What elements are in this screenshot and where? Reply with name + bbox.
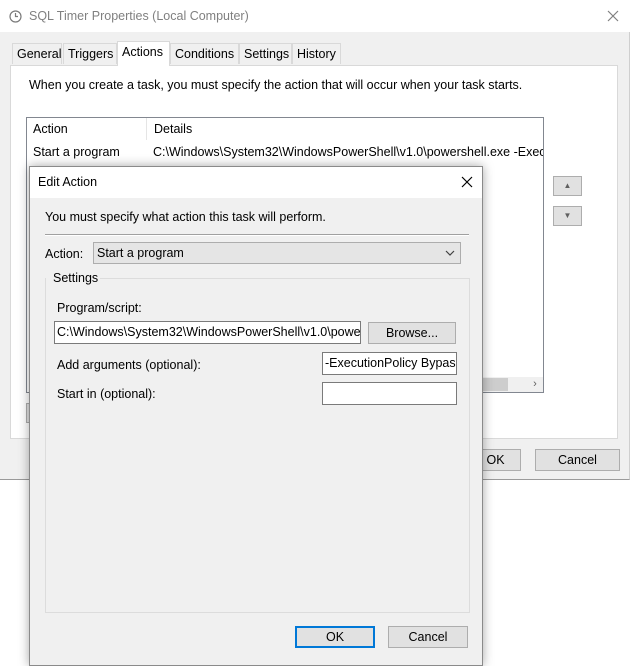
actions-description: When you create a task, you must specify… (29, 78, 523, 92)
dialog-prompt: You must specify what action this task w… (45, 210, 326, 224)
tab-actions[interactable]: Actions (117, 41, 170, 66)
close-icon[interactable] (457, 172, 477, 192)
tab-conditions[interactable]: Conditions (170, 43, 239, 64)
tab-general[interactable]: General (12, 43, 62, 64)
program-input[interactable]: C:\Windows\System32\WindowsPowerShell\v1… (54, 321, 361, 344)
clock-icon (9, 10, 22, 23)
list-item-details[interactable]: C:\Windows\System32\WindowsPowerShell\v1… (153, 145, 543, 159)
arguments-input[interactable]: -ExecutionPolicy Bypass (322, 352, 457, 375)
dialog-titlebar[interactable] (29, 166, 483, 198)
program-label: Program/script: (57, 301, 142, 315)
settings-group-label: Settings (51, 271, 101, 285)
column-header-action[interactable]: Action (27, 118, 147, 140)
chevron-down-icon[interactable] (444, 247, 456, 259)
column-header-details[interactable]: Details (148, 118, 543, 140)
start-in-input[interactable] (322, 382, 457, 405)
settings-group-border (96, 278, 470, 279)
browse-button[interactable]: Browse... (368, 322, 456, 344)
move-up-button[interactable]: ▲ (553, 176, 582, 196)
window-title: SQL Timer Properties (Local Computer) (29, 9, 249, 23)
tab-settings[interactable]: Settings (239, 43, 292, 64)
properties-cancel-button[interactable]: Cancel (535, 449, 620, 471)
action-select-value[interactable]: Start a program (97, 246, 184, 260)
divider (45, 234, 469, 236)
move-down-button[interactable]: ▼ (553, 206, 582, 226)
arguments-label: Add arguments (optional): (57, 358, 201, 372)
tab-triggers[interactable]: Triggers (63, 43, 117, 64)
dialog-title: Edit Action (38, 175, 98, 189)
scrollbar-thumb[interactable] (483, 378, 508, 391)
dialog-cancel-button[interactable]: Cancel (388, 626, 468, 648)
start-in-label: Start in (optional): (57, 387, 156, 401)
list-item-action[interactable]: Start a program (33, 145, 120, 159)
scroll-right-icon[interactable]: › (528, 377, 542, 392)
tab-history[interactable]: History (292, 43, 341, 64)
close-icon[interactable] (603, 6, 623, 26)
action-label: Action: (45, 247, 84, 261)
dialog-ok-button[interactable]: OK (295, 626, 375, 648)
